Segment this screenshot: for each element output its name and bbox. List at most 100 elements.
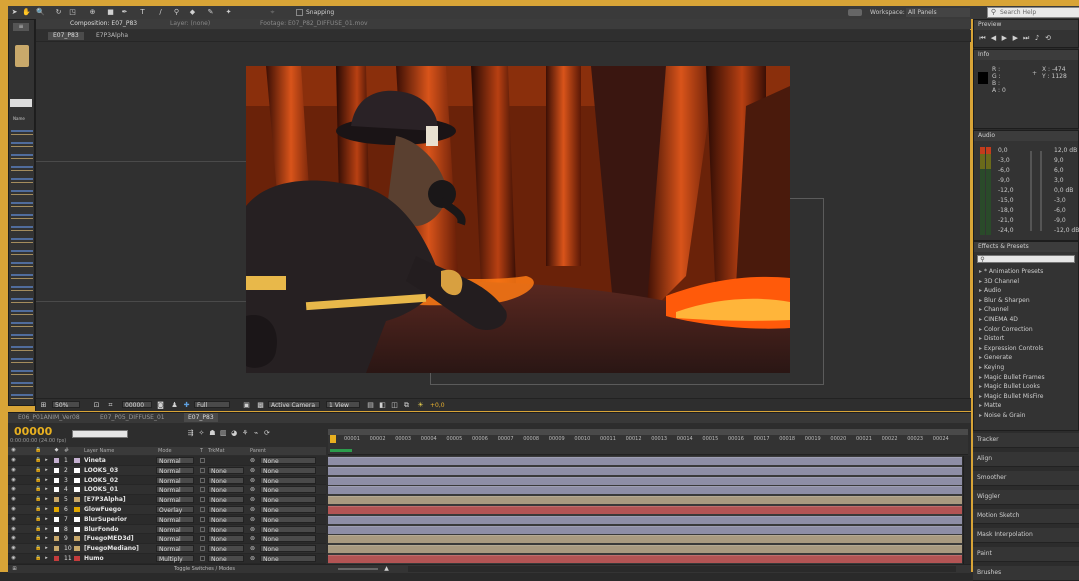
layer-name[interactable]: GlowFuego [84, 505, 121, 514]
zoom-tool-icon[interactable]: 🔍 [36, 8, 45, 17]
expand-triangle-icon[interactable]: ▸ [42, 544, 51, 553]
track-matte-select[interactable]: None [208, 515, 244, 524]
label-color-swatch[interactable] [54, 458, 59, 463]
frame-blending-icon[interactable]: ▥ [219, 429, 228, 438]
live-update-icon[interactable]: ⟳ [262, 429, 271, 438]
effect-category[interactable]: ▸ 3D Channel [974, 277, 1079, 287]
visibility-eye-icon[interactable]: ◉ [9, 476, 18, 485]
effect-category[interactable]: ▸ Noise & Grain [974, 411, 1079, 421]
preserve-transparency-checkbox[interactable] [200, 487, 205, 493]
snapping-checkbox[interactable] [296, 9, 303, 16]
blend-mode-select[interactable]: Normal [156, 496, 194, 504]
label-color-swatch[interactable] [54, 546, 59, 552]
visibility-eye-icon[interactable]: ◉ [9, 515, 18, 524]
workspace-toggle-icon[interactable] [848, 9, 862, 16]
track-matte-select[interactable]: None [208, 466, 244, 475]
expand-triangle-icon[interactable]: ▸ [42, 485, 51, 494]
magnification-select[interactable]: 50% [52, 401, 80, 408]
layer-row[interactable]: ◉ 🔒 ▸ 4 LOOKS_01 Normal None ⊚ None [8, 485, 326, 496]
effects-search-input[interactable]: ⚲ [977, 255, 1075, 263]
blend-mode-select[interactable]: Normal [156, 457, 194, 465]
timeline-tab-e07-p83[interactable]: E07_P83 [184, 413, 218, 422]
visibility-eye-icon[interactable]: ◉ [9, 485, 18, 494]
blend-mode-select[interactable]: Overlay [156, 506, 194, 514]
parent-select[interactable]: None [260, 506, 316, 514]
region-of-interest-icon[interactable]: ▣ [242, 401, 251, 410]
tab-footage[interactable]: Footage: E07_P82_DIFFUSE_01.mov [260, 19, 368, 29]
layer-name[interactable]: LOOKS_02 [84, 476, 118, 485]
expand-triangle-icon[interactable]: ▸ [42, 495, 51, 504]
layer-row[interactable]: ◉ 🔒 ▸ 2 LOOKS_03 Normal None ⊚ None [8, 465, 326, 476]
preserve-transparency-checkbox[interactable] [200, 536, 205, 542]
breadcrumb-precomp[interactable]: E7P3Alpha [96, 32, 128, 40]
effect-category[interactable]: ▸ Keying [974, 363, 1079, 373]
puppet-tool-icon[interactable]: ✦ [224, 8, 233, 17]
clone-stamp-tool-icon[interactable]: ⚲ [172, 8, 181, 17]
graph-editor-icon[interactable]: ⌁ [252, 429, 261, 438]
layer-name[interactable]: [FuegoMediano] [84, 544, 139, 553]
rotate-tool-icon[interactable]: ↻ [54, 8, 63, 17]
layer-duration-bar[interactable] [328, 466, 962, 475]
parent-pickwhip-icon[interactable]: ⊚ [248, 505, 257, 514]
track-matte-select[interactable]: None [208, 545, 244, 553]
brainstorm-icon[interactable]: ⚘ [241, 429, 250, 438]
track-matte-select[interactable]: None [208, 525, 244, 533]
last-frame-icon[interactable]: ⏭ [1022, 34, 1031, 43]
rectangle-tool-icon[interactable]: ■ [106, 8, 115, 17]
label-color-swatch[interactable] [54, 477, 59, 483]
label-color-swatch[interactable] [54, 507, 59, 512]
layer-row[interactable]: ◉ 🔒 ▸ 5 [E7P3Alpha] Normal None ⊚ None [8, 495, 326, 505]
audio-title[interactable]: Audio [974, 131, 1078, 141]
blend-mode-select[interactable]: Normal [156, 545, 194, 553]
loop-icon[interactable]: ⟲ [1044, 34, 1053, 43]
parent-pickwhip-icon[interactable]: ⊚ [248, 534, 257, 543]
parent-pickwhip-icon[interactable]: ⊚ [248, 476, 257, 485]
label-color-swatch[interactable] [54, 516, 59, 522]
effect-category[interactable]: ▸ Matte [974, 401, 1079, 411]
pan-behind-tool-icon[interactable]: ⊕ [88, 8, 97, 17]
audio-icon[interactable]: ♪ [1033, 34, 1042, 43]
blend-mode-select[interactable]: Normal [156, 476, 194, 484]
parent-select[interactable]: None [260, 496, 316, 504]
preview-title[interactable]: Preview [974, 20, 1078, 30]
panel-menu-icon[interactable]: ≡ [13, 23, 29, 31]
search-help-input[interactable]: ⚲ Search Help [987, 7, 1079, 18]
shy-icon[interactable]: ☗ [208, 429, 217, 438]
flowchart-icon[interactable]: ⧉ [402, 401, 411, 410]
timeline-horizontal-scrollbar[interactable] [408, 566, 956, 572]
parent-pickwhip-icon[interactable]: ⊚ [248, 554, 257, 563]
preserve-transparency-checkbox[interactable] [200, 546, 205, 552]
audio-slider-left[interactable] [1030, 151, 1032, 231]
time-ruler[interactable]: 00001 00002 00003 00004 00005 00006 00007 00008… [328, 429, 968, 455]
camera-tool-icon[interactable]: ◳ [68, 8, 77, 17]
camera-view-select[interactable]: Active Camera [268, 401, 320, 408]
expand-triangle-icon[interactable]: ▸ [42, 554, 51, 563]
audio-slider-right[interactable] [1040, 151, 1042, 231]
preserve-transparency-checkbox[interactable] [200, 526, 205, 532]
preserve-transparency-checkbox[interactable] [200, 477, 205, 483]
expand-collapse-icon[interactable]: ⊞ [10, 565, 19, 574]
always-preview-icon[interactable]: ⊞ [39, 401, 48, 410]
breadcrumb-comp[interactable]: E07_P83 [48, 32, 84, 40]
layer-name[interactable]: BlurFondo [84, 525, 119, 534]
parent-select[interactable]: None [260, 457, 316, 465]
next-frame-icon[interactable]: ▶ [1011, 34, 1020, 43]
preserve-transparency-checkbox[interactable] [200, 497, 205, 503]
effect-category[interactable]: ▸ Blur & Sharpen [974, 296, 1079, 306]
roto-brush-tool-icon[interactable]: ✎ [206, 8, 215, 17]
layer-name[interactable]: BlurSuperior [84, 515, 127, 524]
parent-pickwhip-icon[interactable]: ⊚ [248, 495, 257, 504]
timeline-tab-e06[interactable]: E06_P01ANIM_Ver08 [18, 414, 80, 422]
safe-zones-icon[interactable]: ⊡ [92, 401, 101, 410]
expand-triangle-icon[interactable]: ▸ [42, 466, 51, 475]
layer-duration-bar[interactable] [328, 515, 962, 524]
blend-mode-select[interactable]: Normal [156, 486, 194, 494]
layer-name[interactable]: LOOKS_01 [84, 485, 118, 494]
fast-previews-icon[interactable]: ◧ [378, 401, 387, 410]
visibility-eye-icon[interactable]: ◉ [9, 505, 18, 514]
info-title[interactable]: Info [974, 50, 1078, 60]
parent-select[interactable]: None [260, 466, 316, 475]
preserve-transparency-checkbox[interactable] [200, 458, 205, 463]
expand-triangle-icon[interactable]: ▸ [42, 534, 51, 543]
parent-select[interactable]: None [260, 555, 316, 563]
